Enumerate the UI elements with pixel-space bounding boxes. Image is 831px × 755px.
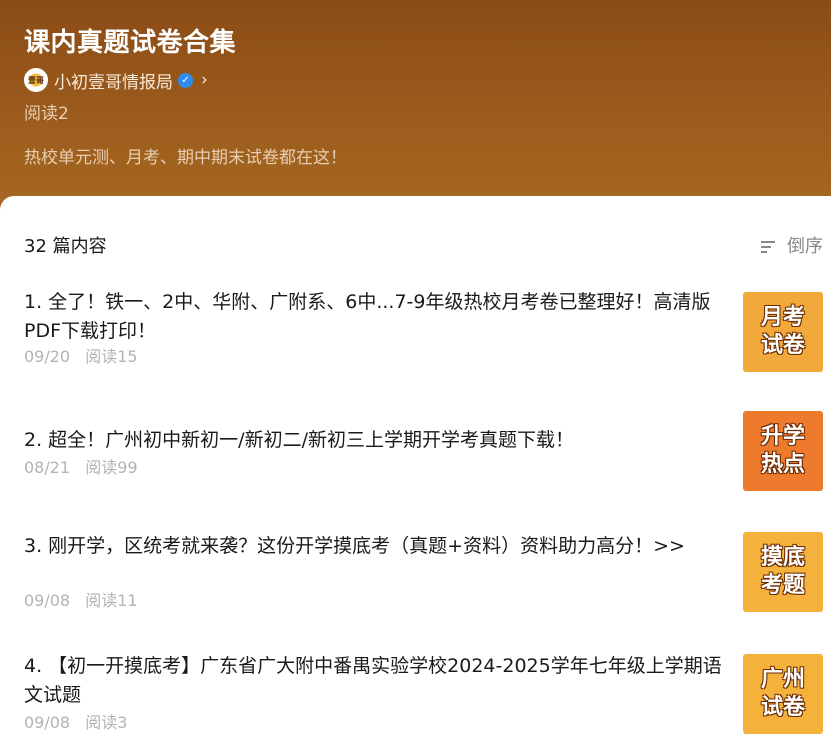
sort-lines-icon bbox=[761, 240, 779, 254]
article-date: 09/08 bbox=[24, 713, 71, 732]
article-meta: 09/08 阅读11 bbox=[24, 590, 138, 612]
author-name[interactable]: 小初壹哥情报局 bbox=[54, 68, 173, 93]
article-reads: 阅读3 bbox=[85, 713, 128, 732]
thumbnail-text-line1: 广州 bbox=[760, 667, 805, 692]
article-date: 09/08 bbox=[24, 591, 71, 610]
sort-label: 倒序 bbox=[787, 236, 823, 257]
article-reads: 阅读11 bbox=[85, 591, 138, 610]
article-title[interactable]: 1. 全了！铁一、2中、华附、广附系、6中...7-9年级热校月考卷已整理好！高… bbox=[24, 288, 729, 346]
article-thumbnail[interactable]: 升学 热点 bbox=[743, 411, 823, 491]
thumbnail-text-line2: 试卷 bbox=[760, 333, 805, 358]
author-avatar[interactable]: 壹哥 bbox=[24, 68, 48, 92]
article-date: 09/20 bbox=[24, 347, 71, 366]
avatar-logo-text: 壹哥 bbox=[28, 75, 44, 85]
article-meta: 08/21 阅读99 bbox=[24, 457, 138, 479]
thumbnail-text-line2: 考题 bbox=[760, 573, 805, 598]
article-meta: 09/08 阅读3 bbox=[24, 712, 127, 734]
chevron-right-icon[interactable]: › bbox=[201, 70, 208, 90]
article-thumbnail[interactable]: 月考 试卷 bbox=[743, 292, 823, 372]
album-read-count: 阅读2 bbox=[24, 104, 69, 124]
verified-icon: ✓ bbox=[178, 72, 193, 88]
sort-toggle-button[interactable]: 倒序 bbox=[761, 234, 823, 260]
album-title: 课内真题试卷合集 bbox=[24, 28, 237, 58]
article-meta: 09/20 阅读15 bbox=[24, 346, 138, 368]
article-reads: 阅读15 bbox=[85, 347, 138, 366]
thumbnail-text-line1: 月考 bbox=[760, 305, 805, 330]
thumbnail-text-line2: 试卷 bbox=[760, 695, 805, 720]
article-date: 08/21 bbox=[24, 458, 71, 477]
album-description: 热校单元测、月考、期中期末试卷都在这！ bbox=[24, 148, 347, 168]
author-row[interactable]: 壹哥 小初壹哥情报局 ✓ › bbox=[24, 66, 208, 94]
article-list-panel: 32 篇内容 倒序 1. 全了！铁一、2中、华附、广附系、6中...7-9年级热… bbox=[0, 196, 831, 755]
article-count: 32 篇内容 bbox=[24, 236, 107, 257]
album-header: 课内真题试卷合集 壹哥 小初壹哥情报局 ✓ › 阅读2 热校单元测、月考、期中期… bbox=[0, 0, 831, 226]
thumbnail-text-line2: 热点 bbox=[760, 452, 805, 477]
article-thumbnail[interactable]: 广州 试卷 bbox=[743, 654, 823, 734]
article-thumbnail[interactable]: 摸底 考题 bbox=[743, 532, 823, 612]
article-title[interactable]: 4. 【初一开摸底考】广东省广大附中番禺实验学校2024-2025学年七年级上学… bbox=[24, 652, 729, 710]
thumbnail-text-line1: 升学 bbox=[760, 424, 805, 449]
thumbnail-text-line1: 摸底 bbox=[760, 545, 805, 570]
article-title[interactable]: 3. 刚开学，区统考就来袭？这份开学摸底考（真题+资料）资料助力高分！>> bbox=[24, 532, 729, 561]
article-reads: 阅读99 bbox=[85, 458, 138, 477]
article-title[interactable]: 2. 超全！广州初中新初一/新初二/新初三上学期开学考真题下载！ bbox=[24, 426, 729, 455]
